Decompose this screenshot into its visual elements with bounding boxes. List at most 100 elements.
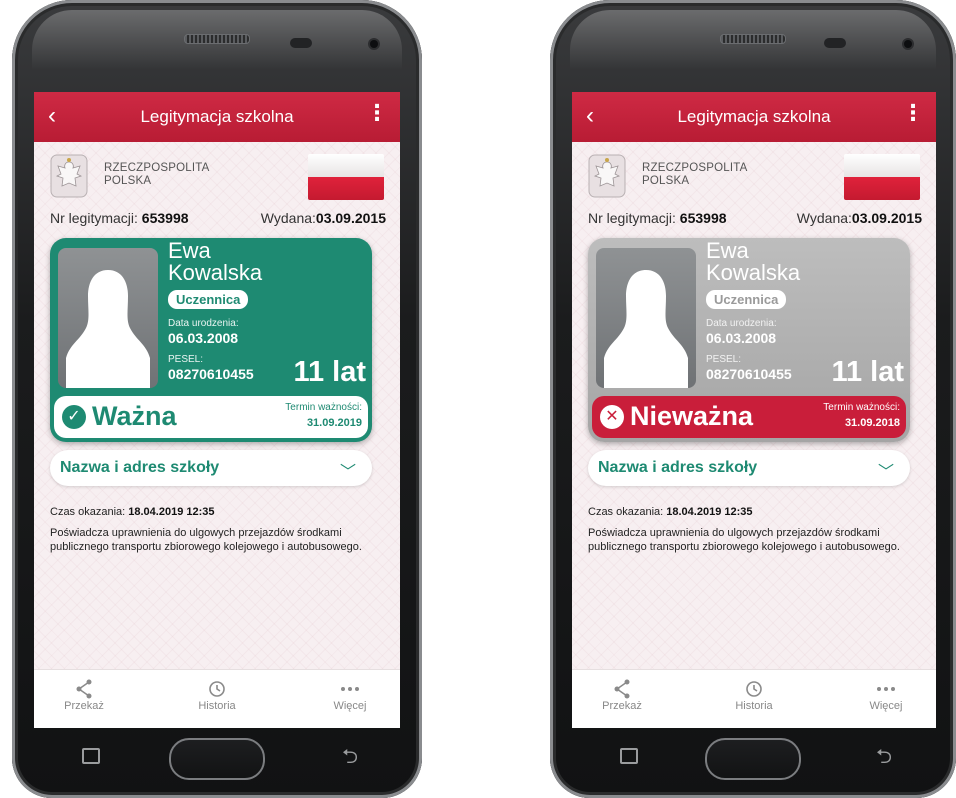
validity-label: Termin ważności: bbox=[285, 402, 362, 413]
shown-time-value: 18.04.2019 12:35 bbox=[128, 506, 215, 518]
first-name: Ewa bbox=[706, 238, 749, 263]
student-name: Ewa Kowalska bbox=[706, 240, 800, 284]
validity-date: 31.09.2019 bbox=[306, 417, 362, 429]
phone-invalid: ‹ Legitymacja szkolna ⋮ RZECZPOSPOLITA P… bbox=[550, 0, 956, 798]
avatar bbox=[596, 248, 696, 388]
school-address-label: Nazwa i adres szkoły bbox=[60, 459, 220, 476]
role-badge: Uczennica bbox=[706, 290, 787, 309]
school-address-accordion[interactable]: Nazwa i adres szkoły ﹀ bbox=[50, 450, 372, 486]
issue-date: Wydana:03.09.2015 bbox=[797, 210, 922, 226]
status-text: Nieważna bbox=[630, 401, 754, 431]
home-button[interactable] bbox=[169, 738, 265, 780]
proximity-sensor bbox=[290, 38, 312, 48]
role-badge: Uczennica bbox=[168, 290, 249, 309]
more-icon bbox=[341, 687, 359, 691]
nav-history-label: Historia bbox=[198, 700, 236, 712]
nav-share[interactable]: Przekaż bbox=[582, 678, 662, 712]
id-card[interactable]: Ewa Kowalska Uczennica Data urodzenia: 0… bbox=[50, 238, 372, 442]
speaker-grille bbox=[720, 34, 786, 44]
country-line-1: RZECZPOSPOLITA bbox=[642, 162, 748, 174]
entitlement-description: Poświadcza uprawnienia do ulgowych przej… bbox=[50, 527, 362, 553]
nav-share-label: Przekaż bbox=[64, 700, 104, 712]
share-icon bbox=[76, 679, 92, 699]
hardware-buttons: ⮌ bbox=[572, 734, 934, 780]
nav-history[interactable]: Historia bbox=[714, 678, 794, 712]
validity-label: Termin ważności: bbox=[823, 402, 900, 413]
proximity-sensor bbox=[824, 38, 846, 48]
dob-label: Data urodzenia: bbox=[706, 318, 777, 329]
first-name: Ewa bbox=[168, 238, 211, 263]
issue-date-value: 03.09.2015 bbox=[315, 210, 386, 226]
country-name: RZECZPOSPOLITA POLSKA bbox=[104, 162, 209, 188]
pesel-label: PESEL: bbox=[168, 354, 204, 365]
status-badge: ✓ Ważna Termin ważności: 31.09.2019 bbox=[54, 396, 368, 438]
last-name: Kowalska bbox=[706, 260, 801, 285]
issue-date: Wydana:03.09.2015 bbox=[261, 210, 386, 226]
hardware-buttons: ⮌ bbox=[34, 734, 400, 780]
country-line-1: RZECZPOSPOLITA bbox=[104, 162, 210, 174]
card-number: Nr legitymacji: 653998 bbox=[50, 210, 189, 226]
country-line-2: POLSKA bbox=[642, 175, 690, 187]
overflow-menu-icon[interactable]: ⋮ bbox=[902, 102, 924, 124]
country-line-2: POLSKA bbox=[104, 175, 152, 187]
shown-time: Czas okazania: 18.04.2019 12:35 bbox=[50, 506, 215, 518]
front-camera bbox=[904, 40, 912, 48]
shown-time: Czas okazania: 18.04.2019 12:35 bbox=[588, 506, 753, 518]
school-address-accordion[interactable]: Nazwa i adres szkoły ﹀ bbox=[588, 450, 910, 486]
app-title: Legitymacja szkolna bbox=[140, 107, 294, 126]
status-text: Ważna bbox=[92, 401, 177, 431]
nav-share[interactable]: Przekaż bbox=[44, 678, 124, 712]
shown-time-value: 18.04.2019 12:35 bbox=[666, 506, 753, 518]
app-bar: ‹ Legitymacja szkolna ⋮ bbox=[572, 92, 936, 142]
checkmark-icon: ✓ bbox=[62, 405, 86, 429]
age-value: 11 lat bbox=[293, 356, 366, 388]
overflow-menu-icon[interactable]: ⋮ bbox=[366, 102, 388, 124]
issue-date-label: Wydana: bbox=[796, 210, 852, 226]
pesel-value: 08270610455 bbox=[168, 366, 254, 382]
home-button[interactable] bbox=[705, 738, 801, 780]
polish-flag-icon bbox=[308, 154, 384, 200]
front-camera bbox=[370, 40, 378, 48]
eagle-emblem-icon bbox=[588, 154, 626, 198]
history-icon bbox=[746, 681, 762, 697]
nav-more-label: Więcej bbox=[869, 700, 903, 712]
recent-apps-icon[interactable] bbox=[620, 748, 638, 764]
school-address-label: Nazwa i adres szkoły bbox=[598, 459, 758, 476]
hardware-back-icon[interactable]: ⮌ bbox=[876, 742, 892, 776]
student-name: Ewa Kowalska bbox=[168, 240, 262, 284]
person-silhouette-icon bbox=[66, 270, 150, 388]
card-number: Nr legitymacji: 653998 bbox=[588, 210, 727, 226]
issue-date-label: Wydana: bbox=[260, 210, 316, 226]
pesel-value: 08270610455 bbox=[706, 366, 792, 382]
history-icon bbox=[209, 681, 225, 697]
card-number-label: Nr legitymacji: bbox=[50, 210, 142, 226]
last-name: Kowalska bbox=[168, 260, 263, 285]
nav-more-label: Więcej bbox=[333, 700, 367, 712]
country-name: RZECZPOSPOLITA POLSKA bbox=[642, 162, 747, 188]
nav-share-label: Przekaż bbox=[602, 700, 642, 712]
nav-more[interactable]: Więcej bbox=[846, 678, 926, 712]
age-value: 11 lat bbox=[831, 356, 904, 388]
phone-valid: ‹ Legitymacja szkolna ⋮ RZECZPOSPOLITA P… bbox=[12, 0, 422, 798]
polish-flag-icon bbox=[844, 154, 920, 200]
nav-history[interactable]: Historia bbox=[177, 678, 257, 712]
hardware-back-icon[interactable]: ⮌ bbox=[342, 742, 358, 776]
avatar bbox=[58, 248, 158, 388]
entitlement-description: Poświadcza uprawnienia do ulgowych przej… bbox=[588, 527, 900, 553]
nav-more[interactable]: Więcej bbox=[310, 678, 390, 712]
issue-date-value: 03.09.2015 bbox=[851, 210, 922, 226]
dob-value: 06.03.2008 bbox=[706, 330, 777, 346]
app-title: Legitymacja szkolna bbox=[677, 107, 831, 126]
bottom-navigation: Przekaż Historia Więcej bbox=[572, 669, 936, 728]
pesel-label: PESEL: bbox=[706, 354, 742, 365]
nav-history-label: Historia bbox=[735, 700, 773, 712]
more-icon bbox=[877, 687, 895, 691]
app-screen: ‹ Legitymacja szkolna ⋮ RZECZPOSPOLITA P… bbox=[34, 92, 400, 728]
bottom-navigation: Przekaż Historia Więcej bbox=[34, 669, 400, 728]
eagle-emblem-icon bbox=[50, 154, 88, 198]
id-card[interactable]: Ewa Kowalska Uczennica Data urodzenia: 0… bbox=[588, 238, 910, 442]
card-number-label: Nr legitymacji: bbox=[588, 210, 680, 226]
recent-apps-icon[interactable] bbox=[82, 748, 100, 764]
app-bar: ‹ Legitymacja szkolna ⋮ bbox=[34, 92, 400, 142]
chevron-down-icon: ﹀ bbox=[877, 464, 894, 481]
